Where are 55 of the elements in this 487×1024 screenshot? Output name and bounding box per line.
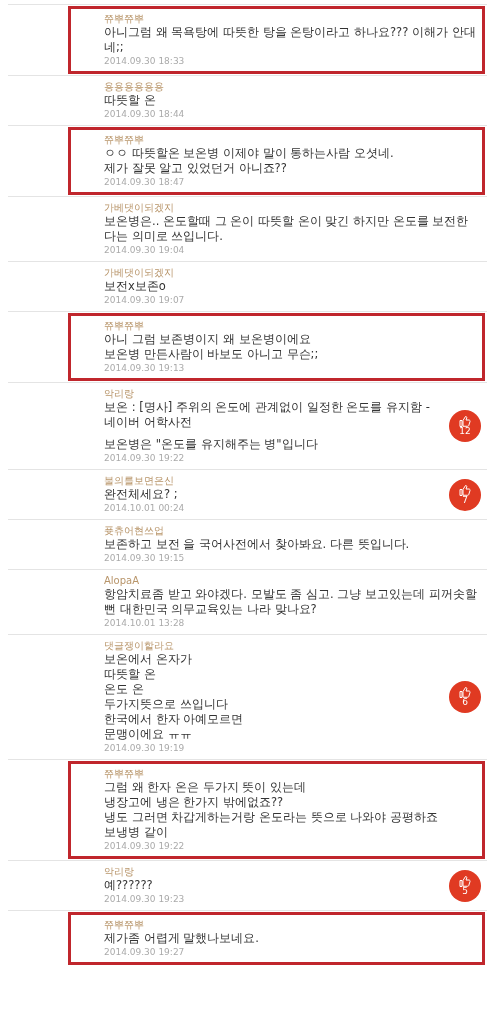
comment-time: 2014.09.30 18:47	[104, 176, 185, 189]
comment-time: 2014.10.01 13:28	[104, 617, 185, 630]
thumbs-up-icon	[459, 687, 471, 698]
comment-time: 2014.09.30 19:19	[104, 742, 185, 755]
thumbs-up-icon	[459, 416, 471, 427]
like-count: 6	[462, 698, 468, 707]
comment-author: 쮸뿌쮸뿌	[104, 319, 144, 332]
comment-author: AlopaA	[104, 574, 140, 587]
comment-text: 항암치료좀 받고 와야겠다. 모발도 좀 심고. 그냥 보고있는데 피꺼솟할 뻔 대한민국 의무교육있는 나라 맞나요?	[104, 587, 477, 617]
comment-text: ㅇㅇ 따뜻할온 보온병 이제야 말이 통하는사람 오셧네. 제가 잘못 알고 있었던거 아니죠??	[104, 146, 394, 176]
comment-author: 쮸뿌쮸뿌	[104, 767, 144, 780]
like-badge[interactable]: 12	[449, 410, 481, 442]
thumbs-up-icon	[459, 875, 471, 887]
comment-author: 악리랑	[104, 865, 134, 878]
comment-time: 2014.09.30 18:44	[104, 108, 185, 121]
comment-author: 가베댓이되겠지	[104, 266, 174, 279]
comment-text: 보온병은 "온도를 유지해주는 병"입니다	[104, 437, 318, 452]
like-count: 12	[459, 427, 471, 436]
like-badge[interactable]: 6	[449, 681, 481, 713]
comment-text: 그럼 왜 한자 온은 두가지 뜻이 있는데 냉장고에 냉은 한가지 밖에없죠?? 냉도 그러면 차갑게하는거랑 온도라는 뜻으로 나와야 공평하죠 보냉병 같이	[104, 780, 438, 840]
like-badge[interactable]: 7	[449, 478, 481, 511]
comment-time: 2014.09.30 19:07	[104, 294, 185, 307]
comment-author: 쮸뿌쮸뿌	[104, 918, 144, 931]
comment-author: 불의를보면은신	[104, 474, 174, 487]
comment-author: 쮸뿌쮸뿌	[104, 12, 144, 25]
comment-author: 가베댓이되겠지	[104, 201, 174, 214]
like-badge[interactable]: 5	[449, 869, 481, 902]
comment-text: 보온 : [명사] 주위의 온도에 관계없이 일정한 온도를 유지함 - 네이버 어학사전	[104, 400, 430, 430]
comment-text: 아니 그럼 보존병이지 왜 보온병이에요 보온병 만든사람이 바보도 아니고 무슨;;	[104, 332, 319, 362]
comment-text: 보온병은.. 온도할때 그 온이 따뜻할 온이 맞긴 하지만 온도를 보전한 다는 의미로 쓰입니다.	[104, 214, 469, 244]
comment-text: 보전x보존o	[104, 279, 166, 294]
comment-text: 보온에서 온자가 따뜻할 온 온도 온 두가지뜻으로 쓰입니다 한국에서 한자 아예모르면 문맹이에요 ㅠㅠ	[104, 652, 244, 742]
comment-author: 댓글쟁이할라요	[104, 639, 174, 652]
comment-time: 2014.09.30 19:15	[104, 552, 185, 565]
comment-text: 아니그럼 왜 목욕탕에 따뜻한 탕을 온탕이라고 하나요??? 이해가 안대 네;;	[104, 25, 476, 55]
comment-time: 2014.10.01 00:24	[104, 502, 185, 515]
comment-time: 2014.09.30 19:23	[104, 893, 185, 906]
comment-text: 보존하고 보전 을 국어사전에서 찾아봐요. 다른 뜻입니다.	[104, 537, 410, 552]
comment-time: 2014.09.30 18:33	[104, 55, 185, 68]
comment-time: 2014.09.30 19:22	[104, 840, 185, 853]
comment-time: 2014.09.30 19:22	[104, 452, 185, 465]
thumbs-up-icon	[459, 484, 471, 496]
comment-text: 완전체세요? ;	[104, 487, 178, 502]
like-count: 5	[462, 886, 468, 896]
comment-time: 2014.09.30 19:13	[104, 362, 185, 375]
comment-text: 제가좀 어렵게 말했나보네요.	[104, 931, 259, 946]
comment-author: 용용용용용용	[104, 80, 164, 93]
like-count: 7	[462, 495, 468, 505]
comment-author: 퓻츄어현쓰업	[104, 524, 164, 537]
comment-author: 쮸뿌쮸뿌	[104, 133, 144, 146]
comment-text: 따뜻할 온	[104, 93, 156, 108]
comment-text: 예??????	[104, 878, 153, 893]
comment-time: 2014.09.30 19:04	[104, 244, 185, 257]
comment-author: 악리랑	[104, 387, 134, 400]
comment-time: 2014.09.30 19:27	[104, 946, 185, 959]
